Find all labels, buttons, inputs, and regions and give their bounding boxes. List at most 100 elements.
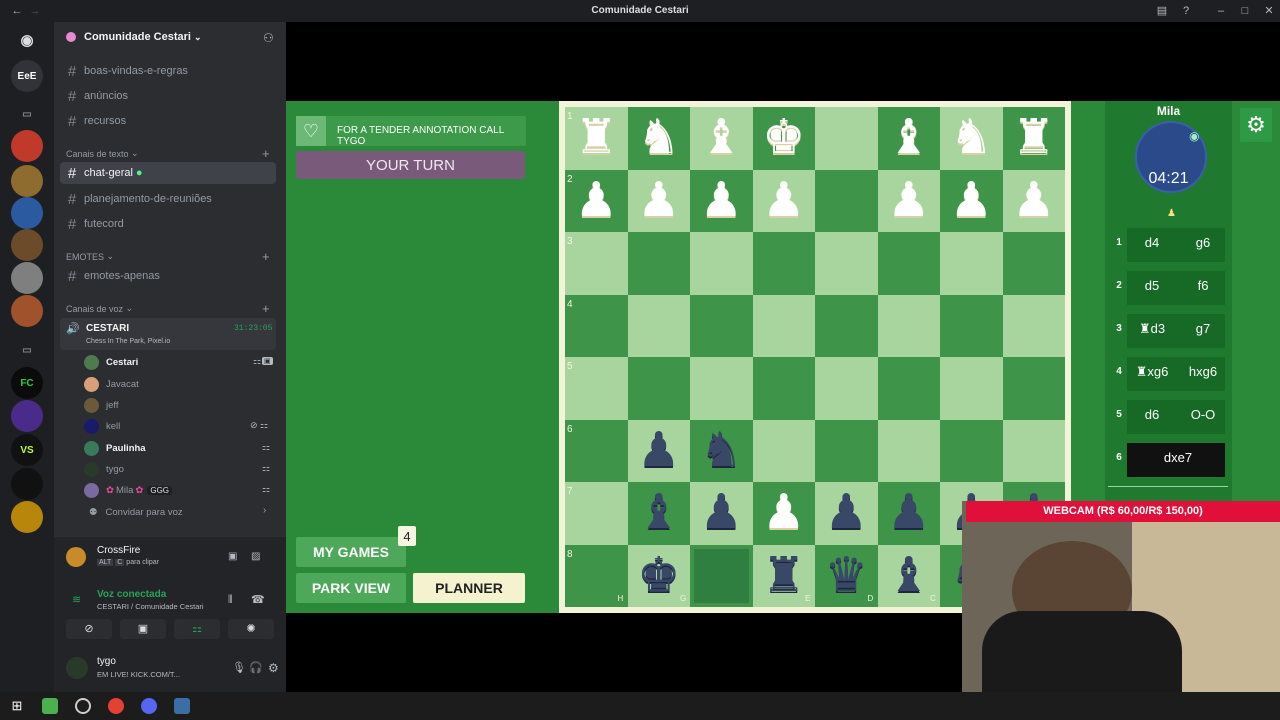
white-pawn-piece[interactable]: ♟ [628,170,691,233]
avatar[interactable] [66,657,88,679]
server-header[interactable]: Comunidade Cestari ⌄ [66,31,202,43]
board-square[interactable] [1002,357,1065,420]
noise-suppression-icon[interactable]: ⫴ [228,594,233,607]
server-avatar[interactable] [11,468,43,500]
board-square[interactable] [1002,294,1065,357]
black-move[interactable]: g7 [1181,321,1225,336]
board-square[interactable] [627,357,690,420]
server-avatar[interactable] [11,501,43,533]
clip-icon[interactable]: ▨ [251,551,260,562]
voice-user[interactable]: kell [84,416,120,436]
black-knight-piece[interactable]: ♞ [690,420,753,483]
park-view-button[interactable]: PARK VIEW [296,573,406,603]
server-avatar[interactable] [11,400,43,432]
board-square[interactable] [565,232,628,295]
board-square[interactable] [752,419,815,482]
board-square[interactable] [815,294,878,357]
white-pawn-piece[interactable]: ♟ [753,170,816,233]
board-square[interactable] [877,357,940,420]
close-icon[interactable]: ✕ [1262,4,1276,18]
board-square[interactable] [877,419,940,482]
maximize-icon[interactable]: □ [1238,4,1252,18]
board-square[interactable] [815,169,878,232]
chrome-icon[interactable] [108,698,124,714]
help-icon[interactable]: ? [1179,4,1193,18]
board-square[interactable] [815,232,878,295]
white-bishop-piece[interactable]: ♝ [878,107,941,170]
white-bishop-piece[interactable]: ♝ [690,107,753,170]
category-voice[interactable]: Canais de voz ⌄ [66,303,133,314]
white-rook-piece[interactable]: ♜ [1003,107,1066,170]
channel-item[interactable]: # boas-vindas-e-regras [60,60,276,82]
activities-icon[interactable]: ⚏ [174,619,220,639]
board-square[interactable] [752,232,815,295]
board-square[interactable] [940,419,1003,482]
board-square[interactable] [690,294,753,357]
white-pawn-piece[interactable]: ♟ [565,170,628,233]
voice-channel-cestari[interactable]: 🔊 CESTARI 31:23:05 Chess In The Park, Pi… [60,318,276,350]
board-square[interactable] [815,357,878,420]
server-fc[interactable]: FC [11,367,43,399]
white-move[interactable]: dxe7 [1156,450,1200,465]
server-avatar[interactable] [11,165,43,197]
folder-icon[interactable]: ▭ [11,334,43,366]
headphones-icon[interactable]: 🎧 [240,661,263,674]
settings-gear-icon[interactable]: ⚙ [1240,108,1272,142]
heart-icon[interactable]: ♡ [296,116,326,146]
channel-item[interactable]: # anúncios [60,85,276,107]
soundboard-icon[interactable]: ✺ [228,619,274,639]
inbox-icon[interactable]: ▤ [1155,4,1169,18]
board-square[interactable] [940,232,1003,295]
white-pawn-piece[interactable]: ♟ [940,170,1003,233]
windows-start-icon[interactable]: ⊞ [9,698,25,714]
board-square[interactable] [565,357,628,420]
board-square[interactable] [690,232,753,295]
channel-item[interactable]: # planejamento-de-reuniões [60,188,276,210]
white-pawn-piece[interactable]: ♟ [1003,170,1066,233]
board-square[interactable] [565,294,628,357]
invite-people-icon[interactable]: ⚇ [263,31,274,45]
black-move[interactable]: O-O [1181,407,1225,422]
app-icon[interactable] [42,698,58,714]
add-channel-icon[interactable]: + [262,301,270,316]
voice-user[interactable]: jeff [84,395,119,415]
board-square[interactable] [627,294,690,357]
disconnect-icon[interactable]: ☎ [251,593,265,606]
voice-user[interactable]: Cestari [84,352,138,372]
app-icon[interactable] [174,698,190,714]
server-avatar[interactable] [11,295,43,327]
white-move[interactable]: d6 [1130,407,1174,422]
board-square[interactable] [1002,232,1065,295]
board-square[interactable] [877,294,940,357]
voice-user[interactable]: tygo [84,459,124,479]
board-square[interactable] [877,232,940,295]
server-avatar[interactable] [11,262,43,294]
server-avatar[interactable] [11,130,43,162]
voice-user[interactable]: ✿ Mila ✿ GGG [84,480,173,500]
server-avatar[interactable] [11,197,43,229]
add-channel-icon[interactable]: + [262,249,270,264]
board-square[interactable] [815,419,878,482]
white-pawn-piece[interactable]: ♟ [753,482,816,545]
board-square[interactable] [690,357,753,420]
voice-user[interactable]: Paulinha [84,438,146,458]
server-avatar[interactable] [11,229,43,261]
white-move[interactable]: ♜d3 [1130,321,1174,337]
minimize-icon[interactable]: – [1214,4,1228,18]
channel-item-active[interactable]: # chat-geral ● [60,162,276,184]
black-move[interactable]: f6 [1181,278,1225,293]
obs-icon[interactable] [75,698,91,714]
black-pawn-piece[interactable]: ♟ [815,482,878,545]
white-king-piece[interactable]: ♚ [753,107,816,170]
discord-home-icon[interactable]: ◉ [11,24,43,56]
category-emotes[interactable]: EMOTES ⌄ [66,251,114,262]
board-square[interactable] [1002,419,1065,482]
voice-location[interactable]: CESTARI / Comunidade Cestari [97,602,204,611]
white-move[interactable]: ♜xg6 [1130,364,1174,380]
white-knight-piece[interactable]: ♞ [940,107,1003,170]
folder-icon[interactable]: ▭ [11,98,43,130]
board-square[interactable] [565,419,628,482]
white-pawn-piece[interactable]: ♟ [690,170,753,233]
black-pawn-piece[interactable]: ♟ [690,482,753,545]
black-move[interactable]: hxg6 [1181,364,1225,379]
